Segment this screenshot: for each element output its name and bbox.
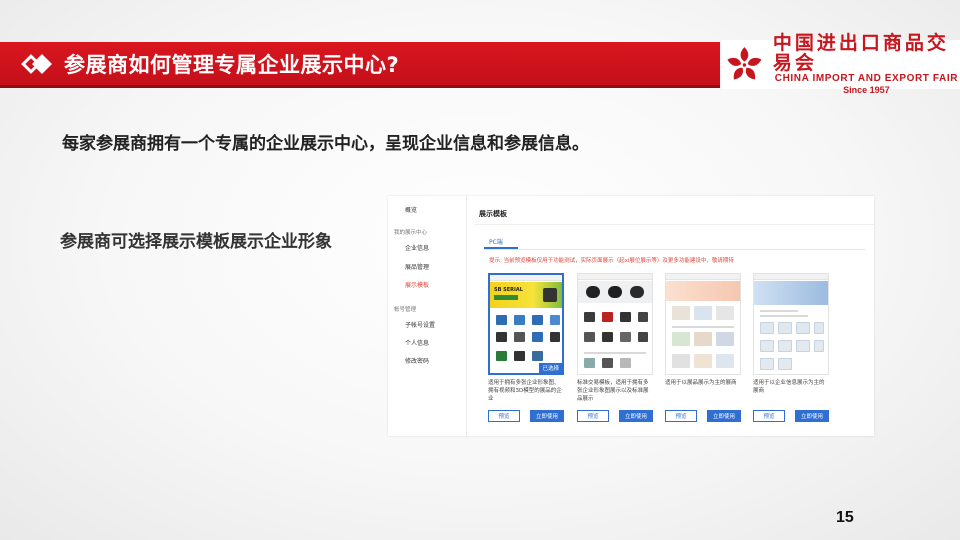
logo-since-year: Since 1957 [843, 85, 890, 95]
nav-product-mgmt[interactable]: 展品管理 [405, 262, 429, 271]
nav-group-showcase: 我的展示中心 [394, 230, 428, 236]
slide-title-bar: 参展商如何管理专属企业展示中心? [0, 42, 720, 88]
template-description: 适用于以企业信息展示为主的展商 [753, 380, 825, 394]
selected-badge: 已选择 [539, 363, 562, 373]
nav-company-info[interactable]: 企业信息 [405, 243, 429, 252]
page-number: 15 [836, 509, 854, 526]
template-card[interactable]: SB SERIAL 已选择 适用于拥有多张企业形象图、拥有视频和3D模型的展品的… [488, 273, 564, 422]
panel-title: 展示模板 [479, 210, 507, 218]
template-description: 标准交易模板，适用于拥有多张企业形象图展示以及标准展品展示 [577, 380, 649, 402]
nav-sub-accounts[interactable]: 子帐号设置 [405, 320, 435, 329]
use-now-button[interactable]: 立即使用 [795, 410, 829, 422]
slide-subtitle: 每家参展商拥有一个专属的企业展示中心，呈现企业信息和参展信息。 [62, 134, 589, 154]
nav-personal-info[interactable]: 个人信息 [405, 338, 429, 347]
side-note: 参展商可选择展示模板展示企业形象 [60, 232, 332, 252]
tip-message: 提示: 当前预览模板仅用于功能测试，实际页面展示（起xi展位展示等）及更多功能建… [489, 258, 734, 264]
slide-title: 参展商如何管理专属企业展示中心? [64, 52, 400, 77]
preview-button[interactable]: 预览 [577, 410, 609, 422]
thumbnail-banner-text: SB SERIAL [494, 287, 523, 293]
template-card[interactable]: 标准交易模板，适用于拥有多张企业形象图展示以及标准展品展示 预览 立即使用 [577, 273, 653, 422]
logo-english-name: CHINA IMPORT AND EXPORT FAIR [774, 73, 959, 84]
template-description: 适用于以展品展示为主的展商 [665, 380, 737, 386]
template-thumbnail[interactable] [577, 273, 653, 375]
preview-button[interactable]: 预览 [488, 410, 520, 422]
template-thumbnail[interactable] [665, 273, 741, 375]
use-now-button[interactable]: 立即使用 [707, 410, 741, 422]
template-thumbnail[interactable]: SB SERIAL 已选择 [488, 273, 564, 375]
tab-divider [484, 249, 866, 250]
use-now-button[interactable]: 立即使用 [530, 410, 564, 422]
preview-button[interactable]: 预览 [665, 410, 697, 422]
tab-pc[interactable]: PC端 [489, 237, 503, 246]
template-description: 适用于拥有多张企业形象图、拥有视频和3D模型的展品的企业 [488, 380, 562, 402]
nav-change-password[interactable]: 修改密码 [405, 356, 429, 365]
template-card[interactable]: 适用于以企业信息展示为主的展商 预览 立即使用 [753, 273, 829, 422]
double-diamond-icon [20, 49, 60, 79]
nav-display-template[interactable]: 展示模板 [405, 280, 429, 289]
canton-fair-logo: 中国进出口商品交易会 CHINA IMPORT AND EXPORT FAIR … [722, 33, 960, 95]
template-thumbnail[interactable] [753, 273, 829, 375]
template-page-screenshot: 概览 我的展示中心 企业信息 展品管理 展示模板 帐号管理 子帐号设置 个人信息… [388, 196, 874, 436]
use-now-button[interactable]: 立即使用 [619, 410, 653, 422]
left-nav: 概览 我的展示中心 企业信息 展品管理 展示模板 帐号管理 子帐号设置 个人信息… [388, 196, 467, 436]
template-card[interactable]: 适用于以展品展示为主的展商 预览 立即使用 [665, 273, 741, 422]
nav-group-account: 帐号管理 [394, 307, 417, 313]
preview-button[interactable]: 预览 [753, 410, 785, 422]
nav-overview[interactable]: 概览 [405, 205, 417, 214]
canton-fair-flower-icon [727, 46, 762, 79]
logo-chinese-name: 中国进出口商品交易会 [772, 32, 949, 74]
panel-divider [474, 224, 874, 225]
